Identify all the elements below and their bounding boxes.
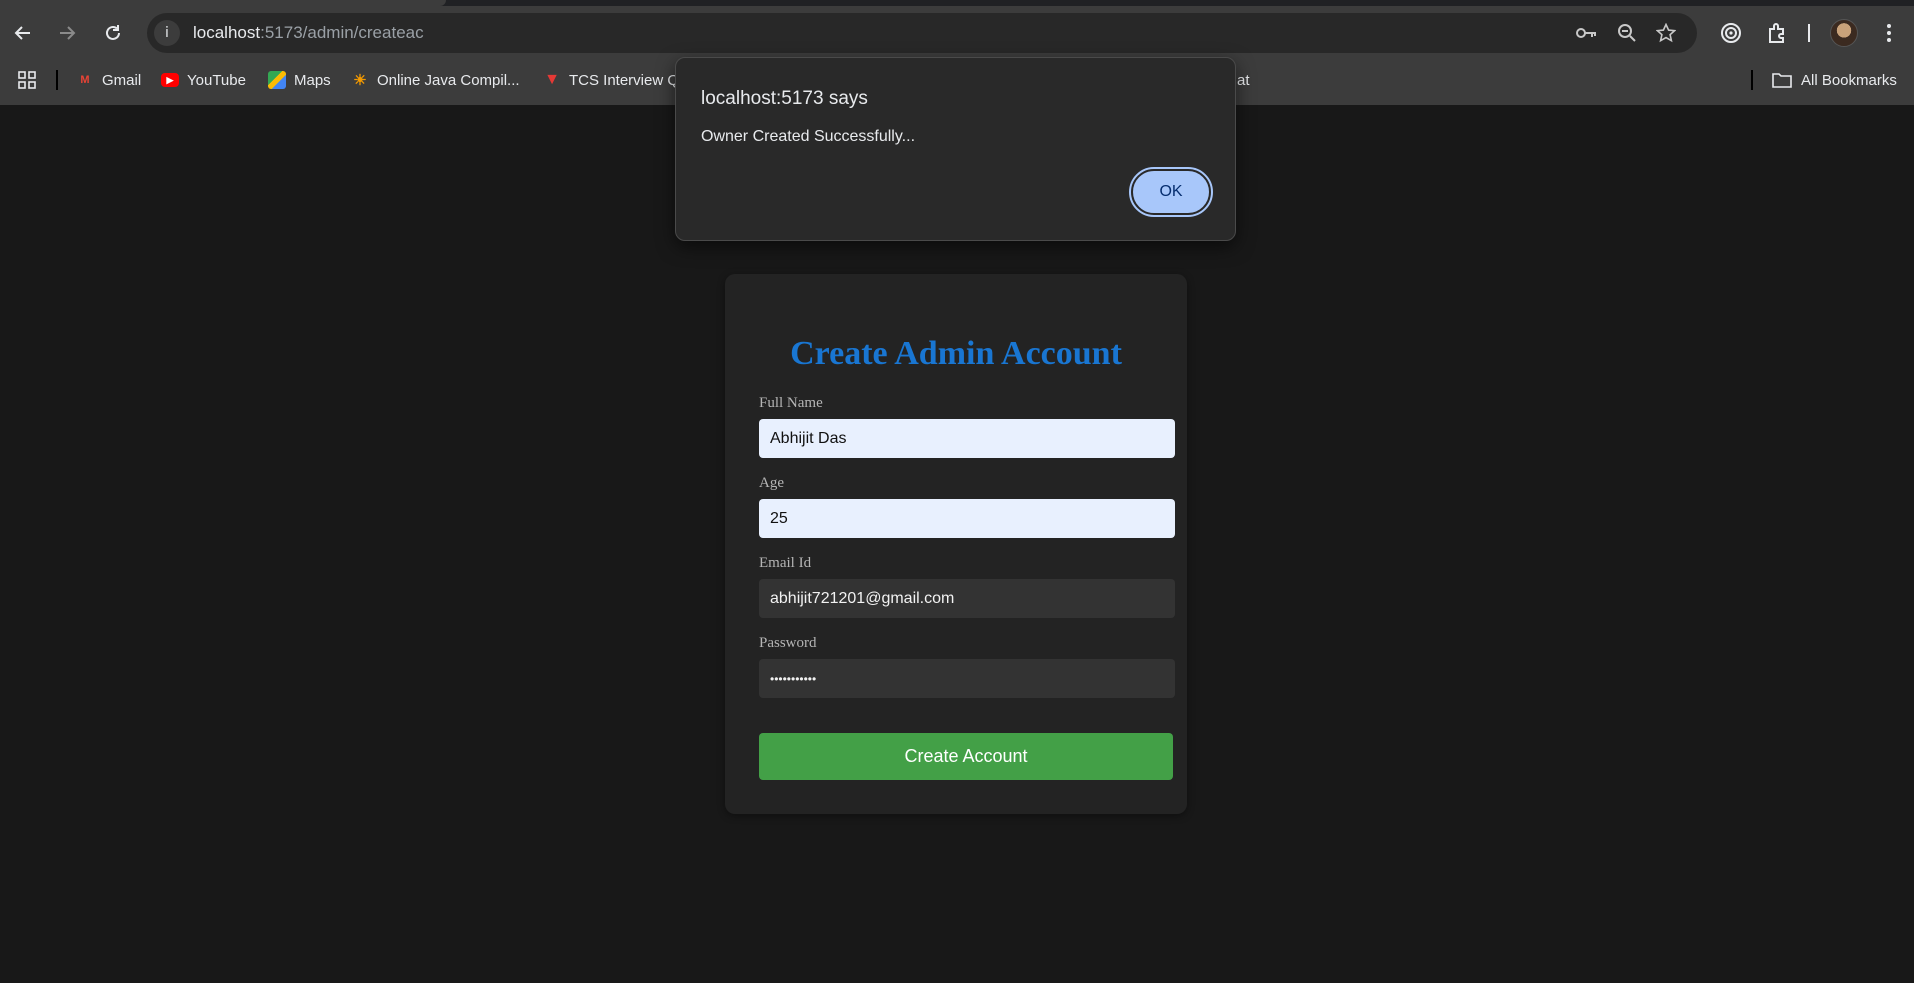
extensions-icon[interactable] [1760, 16, 1794, 50]
kebab-menu-icon[interactable] [1872, 16, 1906, 50]
url-text[interactable]: localhost:5173/admin/createac [193, 23, 424, 43]
bookmark-label: TCS Interview Q [569, 71, 680, 89]
dialog-message: Owner Created Successfully... [701, 128, 916, 145]
bookmark-label: Online Java Compil... [377, 71, 520, 89]
bookmark-label: YouTube [187, 71, 246, 89]
tcs-icon: ▼ [544, 71, 560, 88]
bookmark-gmail[interactable]: M Gmail [76, 68, 141, 92]
reload-icon [106, 25, 120, 40]
all-bookmarks-label: All Bookmarks [1801, 71, 1897, 89]
bookmarks-divider [1751, 70, 1753, 90]
password-label: Password [759, 635, 817, 651]
full-name-input[interactable]: Abhijit Das [759, 419, 1175, 458]
back-button[interactable] [6, 16, 40, 50]
create-account-button[interactable]: Create Account [759, 733, 1173, 780]
reload-button[interactable] [96, 16, 130, 50]
all-bookmarks-button[interactable]: All Bookmarks [1772, 68, 1897, 92]
arrow-left-icon [14, 26, 30, 40]
url-host: localhost [193, 23, 261, 42]
youtube-icon: ▶ [161, 73, 179, 87]
folder-icon [1772, 73, 1792, 88]
password-input[interactable]: ••••••••••• [759, 659, 1175, 698]
target-icon[interactable] [1714, 16, 1748, 50]
bookmark-tcs-interview[interactable]: ▼ TCS Interview Q [543, 68, 679, 92]
full-name-label: Full Name [759, 395, 823, 411]
bookmark-label: Maps [294, 71, 331, 89]
ok-button[interactable]: OK [1129, 167, 1213, 217]
arrow-right-icon [60, 26, 76, 40]
address-bar[interactable]: i localhost:5173/admin/createac [147, 13, 1697, 53]
active-tab[interactable] [0, 0, 446, 6]
dialog-title: localhost:5173 says [701, 88, 868, 109]
key-icon[interactable] [1575, 21, 1599, 45]
create-admin-card: Create Admin Account Full Name Abhijit D… [725, 274, 1187, 814]
star-icon[interactable] [1654, 21, 1678, 45]
alert-dialog: localhost:5173 says Owner Created Succes… [675, 57, 1236, 241]
gmail-icon: M [80, 74, 90, 86]
tab-strip [0, 0, 1914, 6]
profile-avatar[interactable] [1830, 19, 1858, 47]
url-path: :5173/admin/createac [260, 23, 424, 42]
form-title: Create Admin Account [790, 335, 1122, 372]
bookmark-label: at [1237, 71, 1250, 89]
bookmark-partial[interactable]: at [1237, 68, 1250, 92]
apps-grid-icon[interactable] [18, 68, 36, 92]
site-info-icon[interactable]: i [154, 20, 180, 46]
bookmark-label: Gmail [102, 71, 142, 89]
zoom-out-icon[interactable] [1615, 21, 1639, 45]
email-input[interactable]: abhijit721201@gmail.com [759, 579, 1175, 618]
bookmarks-divider [56, 70, 58, 90]
age-input[interactable]: 25 [759, 499, 1175, 538]
sun-icon: ☀ [353, 72, 367, 89]
toolbar-divider [1808, 24, 1810, 42]
bookmark-online-java-compiler[interactable]: ☀ Online Java Compil... [351, 68, 520, 92]
age-label: Age [759, 475, 784, 491]
bookmark-youtube[interactable]: ▶ YouTube [161, 68, 246, 92]
maps-icon [268, 71, 286, 89]
email-label: Email Id [759, 555, 812, 571]
forward-button[interactable] [50, 16, 84, 50]
bookmark-maps[interactable]: Maps [268, 68, 331, 92]
